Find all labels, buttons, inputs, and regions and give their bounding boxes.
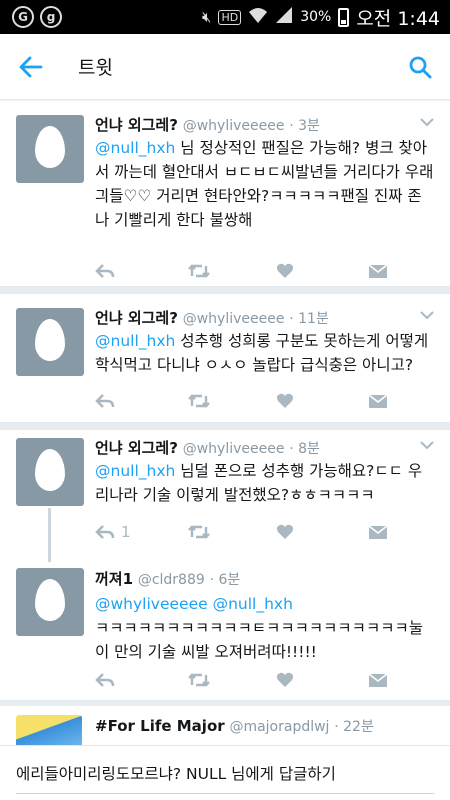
input-underline bbox=[16, 793, 434, 794]
tweet-time: · 8분 bbox=[289, 441, 320, 457]
mention-link[interactable]: @null_hxh bbox=[95, 332, 175, 350]
default-egg-icon bbox=[35, 449, 65, 491]
tweet[interactable]: 언냐 외그레? @whyliveeeee · 11분 @null_hxh 성추행… bbox=[0, 294, 450, 422]
back-arrow-icon[interactable] bbox=[0, 34, 62, 100]
user-handle[interactable]: @majorapdlwj bbox=[229, 719, 329, 735]
reply-icon[interactable] bbox=[95, 672, 115, 688]
chevron-down-icon[interactable] bbox=[420, 308, 434, 324]
app-notification-icon: G bbox=[12, 6, 34, 28]
avatar[interactable] bbox=[16, 438, 84, 506]
app-notification-icon: g bbox=[40, 6, 62, 28]
retweet-icon[interactable] bbox=[188, 393, 210, 409]
mention-link[interactable]: @null_hxh bbox=[95, 139, 175, 157]
reply-icon[interactable] bbox=[95, 263, 115, 279]
display-name[interactable]: 언냐 외그레? bbox=[95, 309, 178, 327]
direct-message-icon[interactable] bbox=[368, 263, 388, 279]
chevron-down-icon[interactable] bbox=[420, 438, 434, 454]
direct-message-icon[interactable] bbox=[368, 524, 388, 540]
tweet-text: @null_hxh 님 정상적인 팬질은 가능해? 병크 찾아서 까는데 혈안대… bbox=[95, 139, 434, 229]
direct-message-icon[interactable] bbox=[368, 672, 388, 688]
page-title: 트윗 bbox=[78, 57, 113, 79]
tweet-actions bbox=[95, 670, 395, 690]
tweet-time: · 22분 bbox=[334, 719, 374, 735]
retweet-icon[interactable] bbox=[188, 672, 210, 688]
tweet-actions bbox=[95, 261, 395, 281]
user-handle[interactable]: @cldr889 bbox=[138, 572, 205, 588]
reply-icon bbox=[95, 525, 115, 539]
search-icon[interactable] bbox=[390, 34, 450, 100]
status-bar: G g 🔇︎ HD 30% 오전 1:44 bbox=[0, 0, 450, 34]
mute-icon: 🔇︎ bbox=[202, 8, 212, 26]
default-egg-icon bbox=[35, 126, 65, 168]
tweet[interactable]: 언냐 외그레? @whyliveeeee · 3분 @null_hxh 님 정상… bbox=[0, 101, 450, 286]
retweet-icon[interactable] bbox=[188, 524, 210, 540]
avatar[interactable] bbox=[16, 568, 84, 636]
avatar[interactable] bbox=[16, 115, 84, 183]
default-egg-icon bbox=[35, 579, 65, 621]
like-heart-icon[interactable] bbox=[276, 263, 294, 279]
tweet-time: · 3분 bbox=[289, 118, 320, 134]
tweet-text: @null_hxh 성추행 성희롱 구분도 못하는게 어떻게 학식먹고 다니냐 … bbox=[95, 332, 429, 374]
divider bbox=[0, 423, 450, 430]
battery-percent: 30% bbox=[300, 9, 332, 25]
display-name[interactable]: 꺼져1 bbox=[95, 570, 133, 588]
tweet-time: · 6분 bbox=[209, 572, 241, 588]
user-handle[interactable]: @whyliveeeee bbox=[183, 441, 285, 457]
tweet-time: · 11분 bbox=[289, 311, 329, 327]
like-heart-icon[interactable] bbox=[276, 393, 294, 409]
tweet-text: @whyliveeeee @null_hxh ㅋㅋㅋㅋㅋㅋㅋㅋㅋㅋㅋㅌㅋㅋㅋㅋㅋ… bbox=[95, 592, 435, 664]
reply-input[interactable]: 에리들아미리링도모르냐? NULL 님에게 답글하기 bbox=[16, 762, 336, 784]
reply-icon[interactable] bbox=[95, 393, 115, 409]
conversation-thread: 언냐 외그레? @whyliveeeee · 8분 @null_hxh 님덜 폰… bbox=[0, 430, 450, 700]
default-egg-icon bbox=[35, 319, 65, 361]
avatar[interactable] bbox=[16, 308, 84, 376]
top-app-bar: 트윗 bbox=[0, 34, 450, 100]
display-name[interactable]: #For Life Major bbox=[95, 717, 225, 735]
reply-compose-bar[interactable]: 에리들아미리링도모르냐? NULL 님에게 답글하기 bbox=[0, 745, 450, 800]
display-name[interactable]: 언냐 외그레? bbox=[95, 439, 178, 457]
like-heart-icon[interactable] bbox=[276, 672, 294, 688]
tweet-actions bbox=[95, 391, 395, 411]
reply-button[interactable]: 1 bbox=[95, 523, 131, 541]
tweet-actions: 1 bbox=[95, 522, 395, 542]
avatar[interactable] bbox=[16, 715, 82, 745]
clock: 오전 1:44 bbox=[356, 7, 440, 30]
thread-connector-line bbox=[48, 508, 51, 562]
wifi-icon bbox=[248, 6, 268, 28]
reply-count: 1 bbox=[121, 523, 131, 541]
chevron-down-icon[interactable] bbox=[420, 115, 434, 131]
direct-message-icon[interactable] bbox=[368, 393, 388, 409]
display-name[interactable]: 언냐 외그레? bbox=[95, 116, 178, 134]
user-handle[interactable]: @whyliveeeee bbox=[183, 118, 285, 134]
divider bbox=[0, 287, 450, 294]
user-handle[interactable]: @whyliveeeee bbox=[183, 311, 285, 327]
tweet-text: @null_hxh 님덜 폰으로 성추행 가능해요?ㄷㄷ 우리나라 기술 이렇게… bbox=[95, 462, 423, 504]
signal-icon bbox=[275, 6, 293, 28]
hd-voice-icon: HD bbox=[218, 9, 242, 25]
battery-icon bbox=[338, 7, 350, 27]
like-heart-icon[interactable] bbox=[276, 524, 294, 540]
retweet-icon[interactable] bbox=[188, 263, 210, 279]
mention-link[interactable]: @null_hxh bbox=[95, 462, 175, 480]
mention-link[interactable]: @whyliveeeee @null_hxh bbox=[95, 592, 435, 616]
